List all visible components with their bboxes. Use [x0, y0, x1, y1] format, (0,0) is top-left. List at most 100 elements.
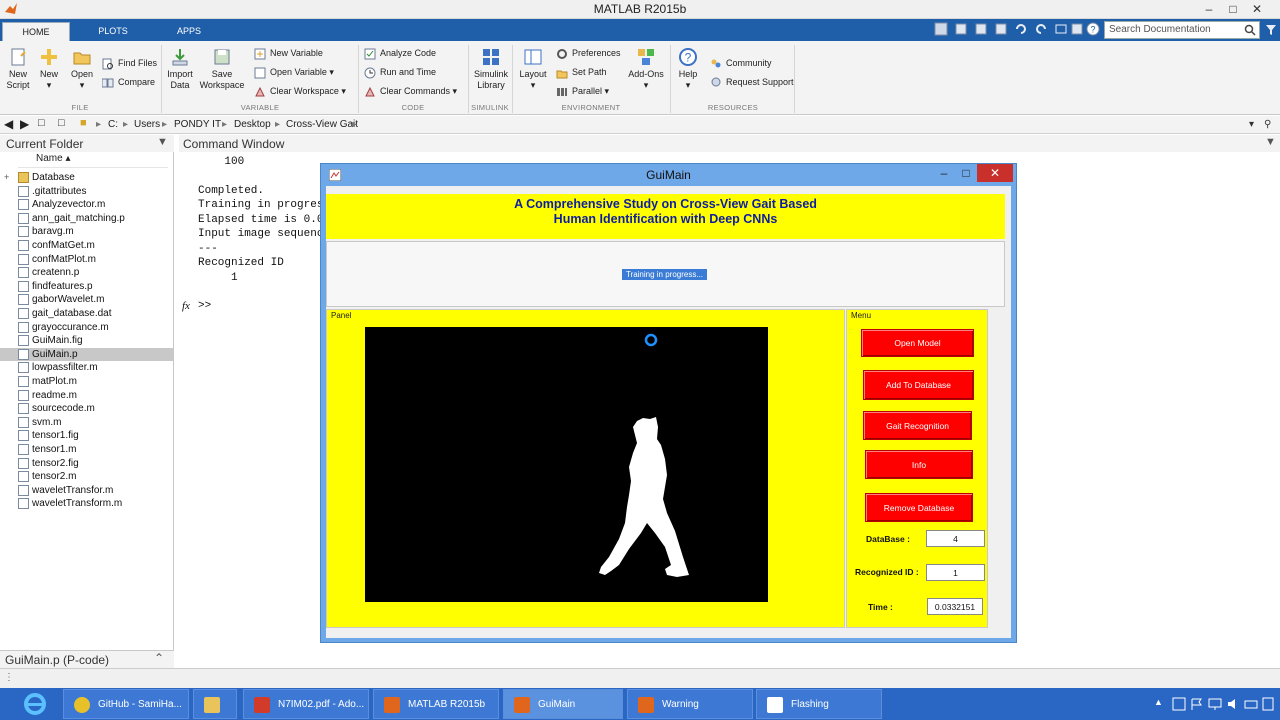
internet-explorer-icon[interactable] [22, 692, 48, 716]
new-variable-button[interactable]: New Variable [254, 45, 323, 61]
file-item[interactable]: sourcecode.m [18, 402, 173, 415]
compare-button[interactable]: Compare [102, 74, 155, 90]
simulink-library-button[interactable]: Simulink Library [472, 47, 510, 91]
cut-quick-icon[interactable] [954, 22, 968, 36]
file-item[interactable]: tensor1.m [18, 443, 173, 456]
file-item[interactable]: gait_database.dat [18, 307, 173, 320]
file-item[interactable]: createnn.p [18, 266, 173, 279]
address-dropdown-icon[interactable]: ▾ [1249, 119, 1254, 130]
file-item[interactable]: waveletTransfor.m [18, 484, 173, 497]
add-to-database-button[interactable]: Add To Database [863, 370, 974, 400]
taskbar-item[interactable]: Warning [627, 689, 753, 719]
file-item[interactable]: ann_gait_matching.p [18, 212, 173, 225]
preferences-button[interactable]: Preferences [556, 45, 621, 61]
taskbar-item[interactable]: N7IM02.pdf - Ado... [243, 689, 369, 719]
breadcrumb-cross-view-gait[interactable]: Cross-View Gait [286, 119, 358, 130]
speaker-icon[interactable] [1226, 697, 1240, 711]
back-arrow-icon[interactable]: ◀ [4, 117, 13, 131]
file-item[interactable]: confMatPlot.m [18, 253, 173, 266]
open-model-button[interactable]: Open Model [861, 329, 974, 357]
open-variable-button[interactable]: Open Variable ▾ [254, 64, 334, 80]
remove-database-button[interactable]: Remove Database [865, 493, 973, 522]
panel-actions-icon[interactable]: ▼ [1265, 136, 1276, 148]
open-button[interactable]: Open ▾ [68, 47, 96, 91]
tab-plots[interactable]: PLOTS [78, 22, 148, 41]
gui-close-button[interactable]: ✕ [977, 164, 1013, 182]
file-item[interactable]: gaborWavelet.m [18, 293, 173, 306]
breadcrumb-desktop[interactable]: Desktop [234, 119, 271, 130]
file-item[interactable]: .gitattributes [18, 185, 173, 198]
flag-icon[interactable] [1190, 697, 1204, 711]
tray-arrow-icon[interactable]: ▲ [1154, 697, 1163, 707]
breadcrumb-users[interactable]: Users [134, 119, 160, 130]
browse-folder-icon[interactable]: □ [58, 117, 65, 129]
filter-icon[interactable] [1265, 24, 1277, 36]
taskbar-item[interactable]: GitHub - SamiHa... [63, 689, 189, 719]
file-item[interactable]: findfeatures.p [18, 280, 173, 293]
name-column-header[interactable]: Name ▴ [18, 153, 168, 168]
paste-quick-icon[interactable] [994, 22, 1008, 36]
folder-item[interactable]: Database + [4, 171, 173, 184]
info-button[interactable]: Info [865, 450, 973, 479]
search-icon[interactable] [1244, 24, 1256, 36]
gui-minimize-button[interactable]: – [933, 164, 955, 182]
gait-recognition-button[interactable]: Gait Recognition [863, 411, 972, 440]
layout-button[interactable]: Layout ▾ [516, 47, 550, 91]
file-item[interactable]: tensor1.fig [18, 429, 173, 442]
taskbar-item[interactable] [193, 689, 237, 719]
database-field[interactable]: 4 [926, 530, 985, 547]
import-data-button[interactable]: Import Data [164, 47, 196, 91]
file-item[interactable]: tensor2.fig [18, 457, 173, 470]
close-button[interactable]: ✕ [1244, 0, 1270, 18]
customize-icon[interactable] [1070, 22, 1084, 36]
breadcrumb-pondy-it[interactable]: PONDY IT [174, 119, 221, 130]
fx-icon[interactable]: fx [182, 300, 190, 312]
file-item[interactable]: grayoccurance.m [18, 321, 173, 334]
minimize-button[interactable]: – [1196, 0, 1222, 18]
new-button[interactable]: New ▾ [36, 47, 62, 91]
clear-commands-button[interactable]: Clear Commands ▾ [364, 83, 457, 99]
file-item[interactable]: matPlot.m [18, 375, 173, 388]
redo-quick-icon[interactable] [1034, 22, 1048, 36]
expand-icon[interactable]: + [4, 171, 9, 184]
action-center-icon[interactable] [1262, 697, 1274, 711]
file-item[interactable]: Analyzevector.m [18, 198, 173, 211]
recognized-id-field[interactable]: 1 [926, 564, 985, 581]
copy-quick-icon[interactable] [974, 22, 988, 36]
address-search-icon[interactable]: ⚲ [1264, 119, 1271, 130]
taskbar-item[interactable]: Flashing [756, 689, 882, 719]
maximize-button[interactable]: □ [1220, 0, 1246, 18]
help-quick-icon[interactable]: ? [1086, 22, 1100, 36]
time-field[interactable]: 0.0332151 [927, 598, 983, 615]
set-path-button[interactable]: Set Path [556, 64, 607, 80]
breadcrumb-c[interactable]: C: [108, 119, 118, 130]
tray-app-icon[interactable] [1172, 697, 1186, 711]
find-files-button[interactable]: Find Files [102, 55, 157, 71]
community-button[interactable]: Community [710, 55, 772, 71]
taskbar-item[interactable]: MATLAB R2015b [373, 689, 499, 719]
request-support-button[interactable]: Request Support [710, 74, 794, 90]
run-and-time-button[interactable]: Run and Time [364, 64, 436, 80]
clear-workspace-button[interactable]: Clear Workspace ▾ [254, 83, 346, 99]
chevron-up-icon[interactable]: ⌃ [154, 651, 164, 665]
add-ons-button[interactable]: Add-Ons ▾ [626, 47, 666, 91]
file-item[interactable]: GuiMain.fig [18, 334, 173, 347]
file-item[interactable]: lowpassfilter.m [18, 361, 173, 374]
forward-arrow-icon[interactable]: ▶ [20, 117, 29, 131]
up-folder-icon[interactable]: □ [38, 117, 45, 129]
file-item[interactable]: GuiMain.p [0, 347, 173, 361]
search-documentation-input[interactable]: Search Documentation [1104, 21, 1260, 39]
tab-apps[interactable]: APPS [154, 22, 224, 41]
tab-home[interactable]: HOME [2, 22, 70, 41]
taskbar-item[interactable]: GuiMain [503, 689, 623, 719]
help-button[interactable]: ? Help ▾ [674, 47, 702, 91]
parallel-button[interactable]: Parallel ▾ [556, 83, 609, 99]
undo-quick-icon[interactable] [1014, 22, 1028, 36]
file-item[interactable]: svm.m [18, 416, 173, 429]
file-item[interactable]: readme.m [18, 389, 173, 402]
keyboard-icon[interactable] [1244, 697, 1258, 711]
network-icon[interactable] [1208, 697, 1222, 711]
analyze-code-button[interactable]: Analyze Code [364, 45, 436, 61]
file-item[interactable]: confMatGet.m [18, 239, 173, 252]
switch-windows-icon[interactable] [1054, 22, 1068, 36]
